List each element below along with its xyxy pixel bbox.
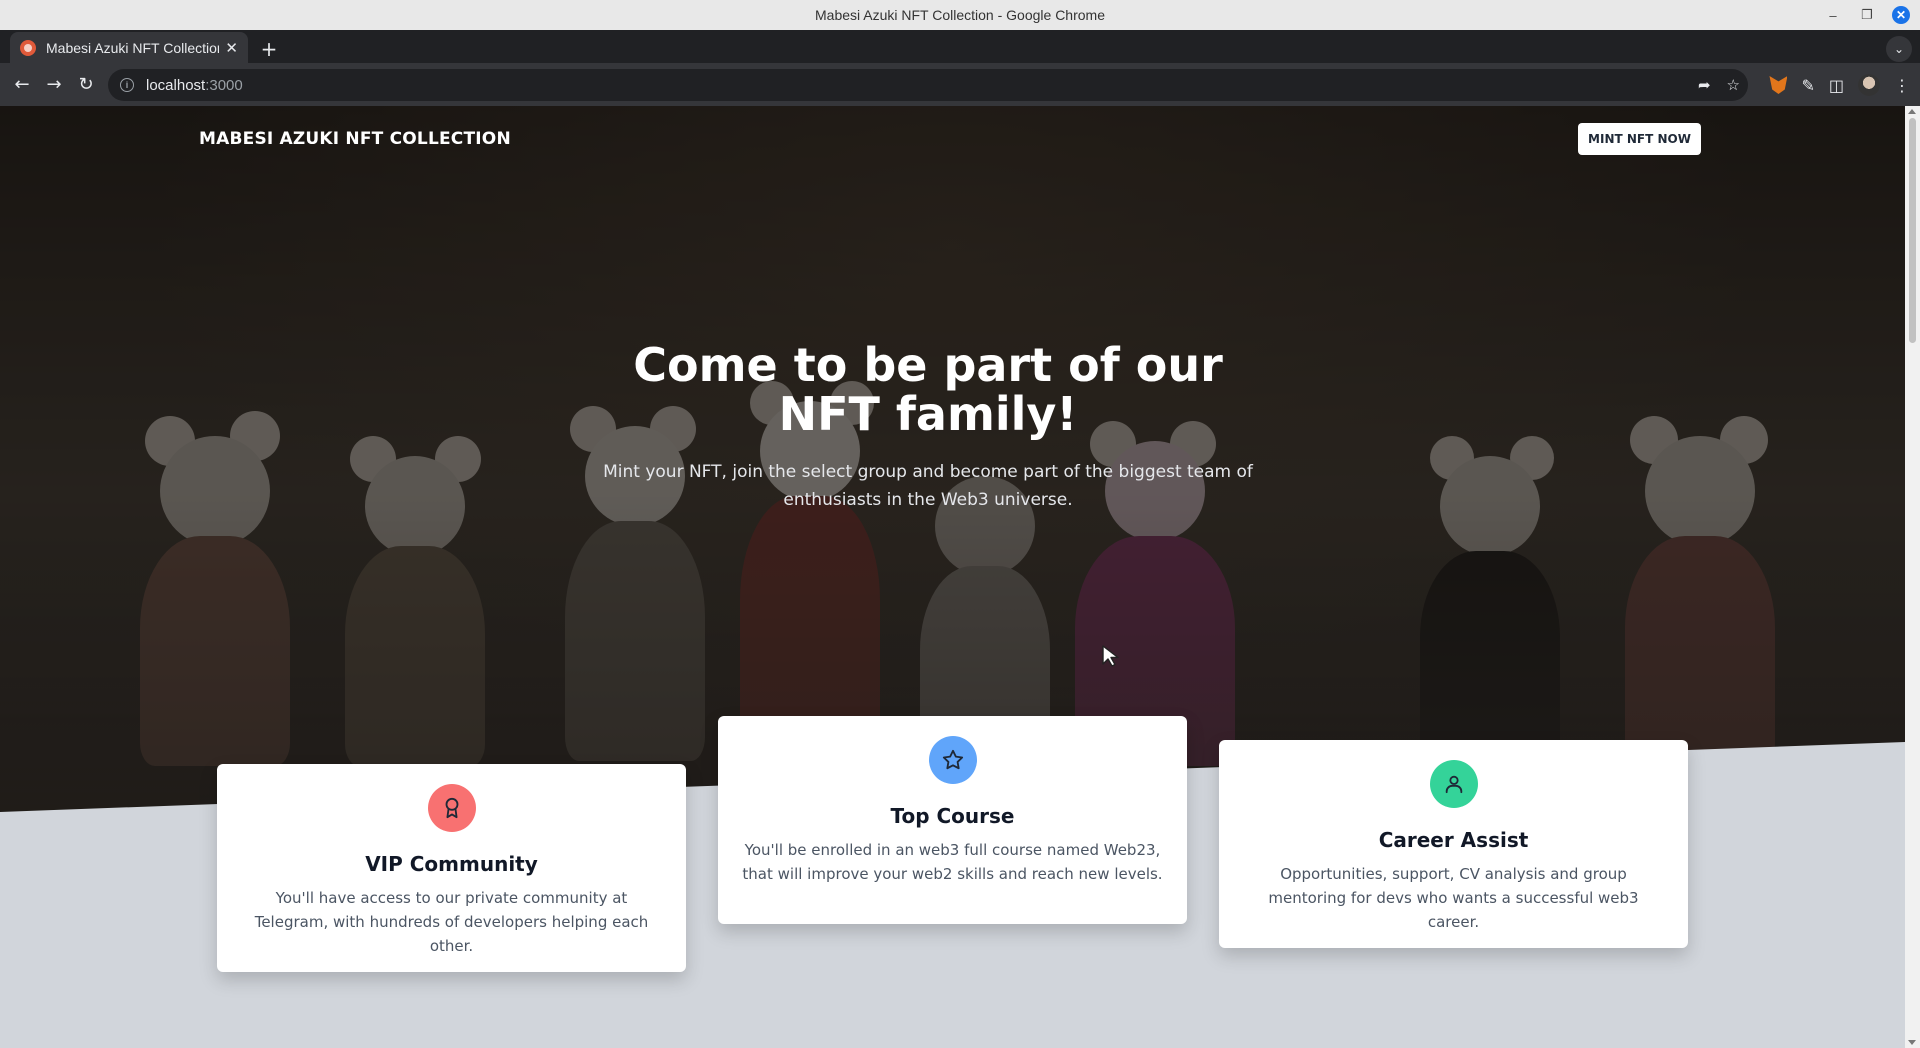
hero-section: MABESI AZUKI NFT COLLECTION MINT NFT NOW… [0, 106, 1905, 812]
back-arrow-icon[interactable]: ← [6, 69, 38, 101]
window-title: Mabesi Azuki NFT Collection - Google Chr… [815, 7, 1105, 23]
close-tab-icon[interactable]: ✕ [225, 39, 238, 57]
new-tab-icon[interactable]: + [256, 36, 282, 62]
award-ribbon-icon [427, 784, 476, 832]
site-favicon-icon [20, 39, 36, 56]
url-host: localhost [146, 76, 206, 94]
feature-card-career-assist: Career Assist Opportunities, support, CV… [1219, 740, 1688, 948]
address-bar[interactable]: i localhost:3000 ➦ ☆ [108, 69, 1748, 101]
brand-logo-text[interactable]: MABESI AZUKI NFT COLLECTION [199, 129, 511, 149]
feature-title: Career Assist [1378, 828, 1529, 852]
minimize-icon[interactable]: – [1824, 6, 1842, 24]
feature-description: You'll be enrolled in an web3 full cours… [742, 841, 1163, 883]
share-icon[interactable]: ➦ [1698, 76, 1711, 94]
browser-toolbar: ← → ↻ i localhost:3000 ➦ ☆ ✎ ◫ ⋮ [0, 63, 1920, 106]
feature-description: You'll have access to our private commun… [254, 889, 649, 955]
page-scrollbar[interactable] [1905, 106, 1920, 1048]
forward-arrow-icon[interactable]: → [38, 69, 70, 101]
chrome-menu-icon[interactable]: ⋮ [1894, 76, 1910, 95]
url-port: :3000 [205, 76, 243, 94]
feature-card-vip-community: VIP Community You'll have access to our … [217, 764, 686, 972]
tab-search-chevron-icon[interactable]: ⌄ [1886, 36, 1912, 62]
scrollbar-thumb[interactable] [1909, 118, 1916, 343]
metamask-fox-icon[interactable] [1769, 76, 1788, 94]
feature-title: Top Course [890, 804, 1015, 828]
user-icon [1429, 760, 1478, 808]
site-info-icon[interactable]: i [120, 78, 134, 92]
restore-icon[interactable]: ❐ [1858, 6, 1876, 24]
side-panel-icon[interactable]: ◫ [1829, 76, 1844, 95]
omnibox-actions: ➦ ☆ [1698, 69, 1740, 101]
window-title-bar: Mabesi Azuki NFT Collection - Google Chr… [0, 0, 1920, 30]
scroll-down-arrow-icon[interactable] [1908, 1040, 1916, 1045]
profile-avatar[interactable] [1858, 74, 1880, 96]
tab-strip: Mabesi Azuki NFT Collection ✕ + ⌄ [0, 30, 1920, 63]
page-viewport: MABESI AZUKI NFT COLLECTION MINT NFT NOW… [0, 106, 1905, 1048]
close-window-icon[interactable]: ✕ [1892, 6, 1910, 24]
extensions-puzzle-icon[interactable]: ✎ [1801, 76, 1814, 95]
hero-subline: Mint your NFT, join the select group and… [603, 462, 1253, 510]
browser-tab[interactable]: Mabesi Azuki NFT Collection ✕ [10, 32, 248, 63]
feature-description: Opportunities, support, CV analysis and … [1268, 865, 1639, 931]
feature-card-top-course: Top Course You'll be enrolled in an web3… [718, 716, 1187, 924]
window-controls: – ❐ ✕ [1824, 0, 1910, 30]
reload-icon[interactable]: ↻ [70, 69, 102, 101]
extensions-area: ✎ ◫ ⋮ [1769, 69, 1910, 101]
hero-headline: Come to be part of our NFT family! [633, 338, 1223, 441]
star-icon [928, 736, 977, 784]
mint-nft-button[interactable]: MINT NFT NOW [1578, 123, 1701, 155]
scroll-up-arrow-icon[interactable] [1908, 109, 1916, 114]
feature-title: VIP Community [365, 852, 538, 876]
bookmark-star-icon[interactable]: ☆ [1727, 76, 1740, 94]
tab-title: Mabesi Azuki NFT Collection [46, 39, 220, 56]
